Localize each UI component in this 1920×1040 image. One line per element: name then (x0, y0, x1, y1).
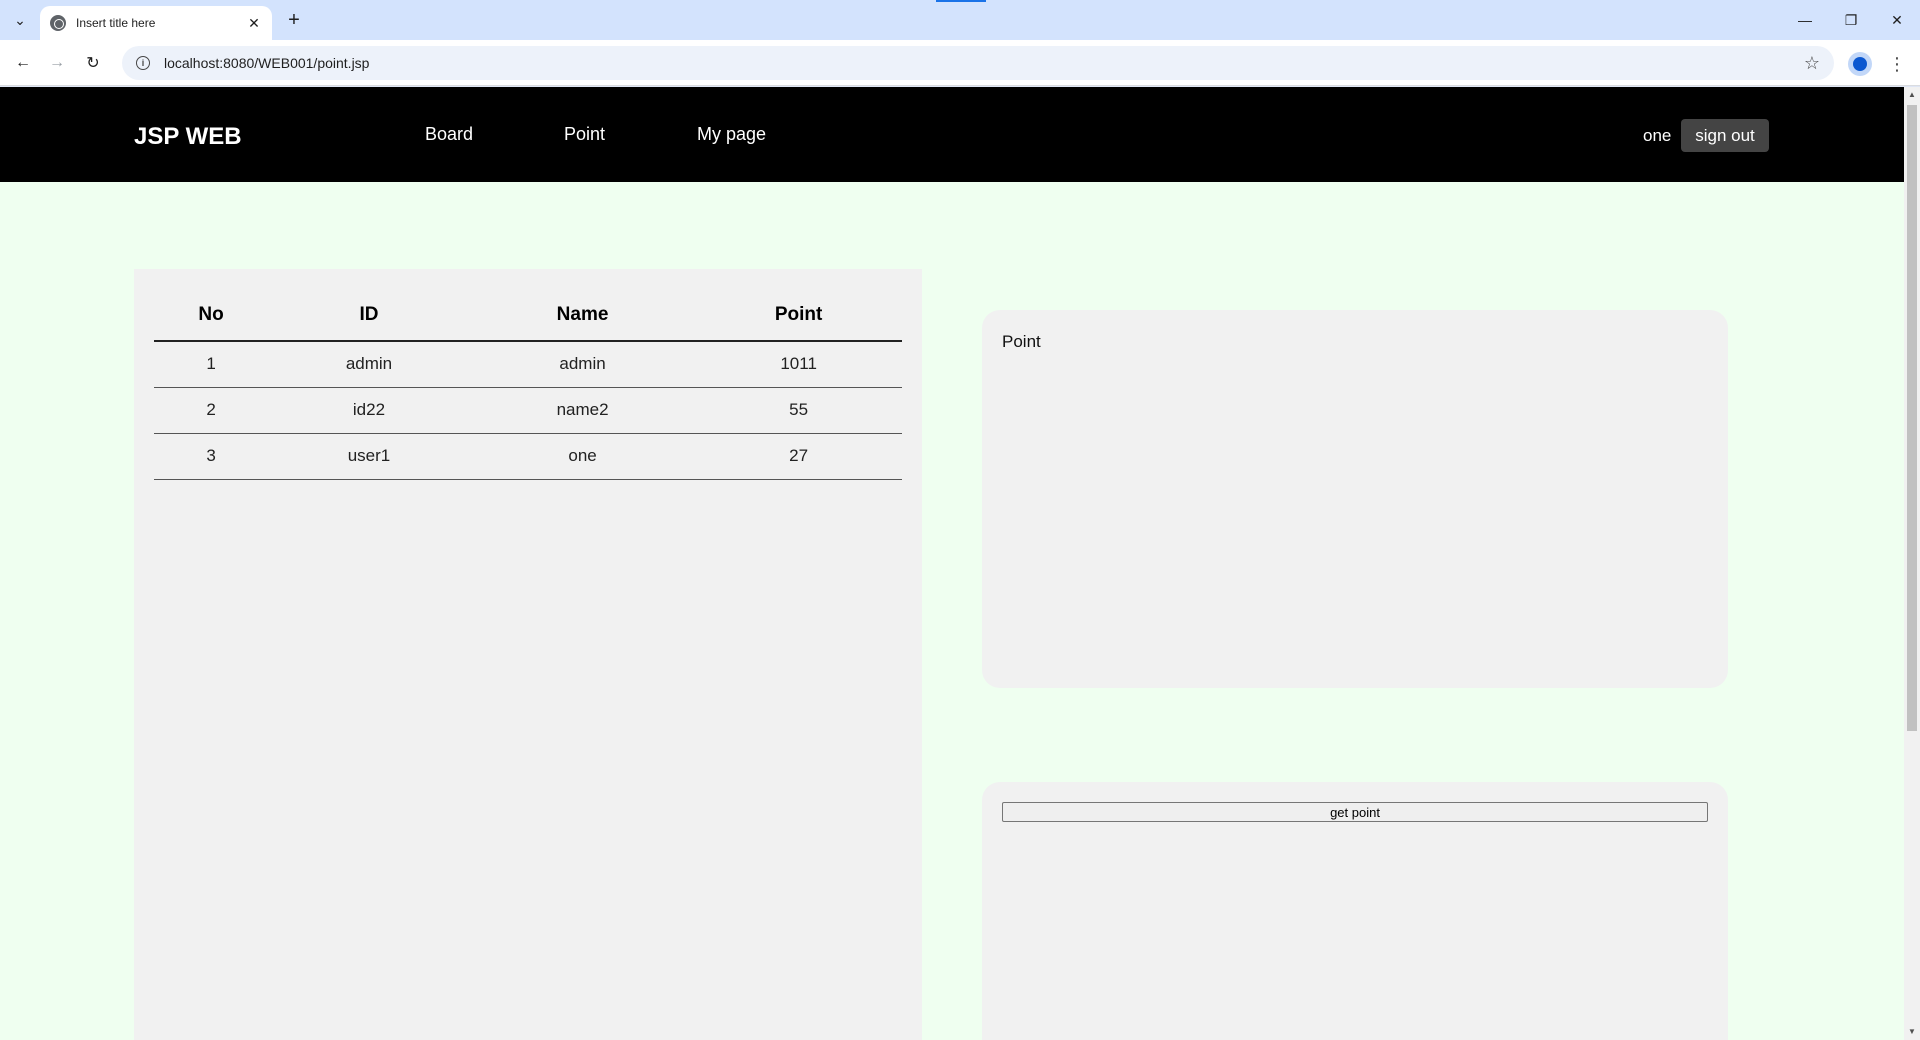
get-point-button[interactable]: get point (1002, 802, 1708, 822)
point-ranking-panel: No ID Name Point 1 admin admin 1011 2 id… (134, 269, 922, 1040)
site-logo[interactable]: JSP WEB (134, 123, 242, 151)
cell-point: 55 (695, 387, 902, 434)
browser-tab-bar: ⌄ Insert title here ✕ + — ❐ ✕ (0, 0, 1920, 40)
page-scrollbar[interactable]: ▲ ▼ (1904, 87, 1920, 1040)
browser-tab[interactable]: Insert title here ✕ (40, 6, 272, 40)
cell-name: one (469, 433, 696, 480)
browser-toolbar: ← → ↻ i localhost:8080/WEB001/point.jsp … (0, 40, 1920, 86)
browser-menu-icon[interactable]: ⋮ (1888, 52, 1906, 76)
column-header-no: No (154, 289, 269, 342)
column-header-id: ID (268, 289, 470, 342)
scroll-down-arrow-icon[interactable]: ▼ (1904, 1024, 1920, 1040)
table-row: 2 id22 name2 55 (154, 387, 902, 434)
reload-button[interactable]: ↻ (80, 50, 106, 76)
url-text[interactable]: localhost:8080/WEB001/point.jsp (164, 55, 1804, 71)
globe-icon (50, 15, 66, 31)
cell-no: 2 (154, 387, 269, 434)
profile-avatar-icon[interactable] (1848, 52, 1872, 76)
tab-search-button[interactable]: ⌄ (8, 8, 32, 32)
table-row: 3 user1 one 27 (154, 433, 902, 480)
sign-out-button[interactable]: sign out (1681, 119, 1769, 152)
nav-point-link[interactable]: Point (564, 124, 605, 145)
table-header-row: No ID Name Point (154, 289, 902, 342)
cell-name: admin (469, 341, 696, 388)
current-username: one (1643, 126, 1672, 145)
cell-id: admin (268, 341, 470, 388)
nav-mypage-link[interactable]: My page (697, 124, 766, 145)
nav-board-link[interactable]: Board (425, 124, 473, 145)
tab-title: Insert title here (76, 16, 156, 30)
new-tab-button[interactable]: + (282, 8, 306, 32)
cell-id: id22 (268, 387, 470, 434)
minimize-button[interactable]: — (1782, 0, 1828, 40)
close-tab-icon[interactable]: ✕ (246, 15, 262, 32)
address-bar[interactable]: i localhost:8080/WEB001/point.jsp ☆ (122, 46, 1834, 80)
cell-point: 27 (695, 433, 902, 480)
scroll-up-arrow-icon[interactable]: ▲ (1904, 87, 1920, 103)
cell-no: 3 (154, 433, 269, 480)
scrollbar-thumb[interactable] (1907, 105, 1917, 731)
cell-name: name2 (469, 387, 696, 434)
bookmark-star-icon[interactable]: ☆ (1804, 53, 1820, 74)
window-controls: — ❐ ✕ (1782, 0, 1920, 40)
table-row: 1 admin admin 1011 (154, 341, 902, 388)
column-header-point: Point (695, 289, 902, 342)
site-header: JSP WEB Board Point My page one sign out (0, 87, 1904, 182)
column-header-name: Name (469, 289, 696, 342)
site-info-icon[interactable]: i (136, 56, 150, 70)
my-point-card: Point (982, 310, 1728, 688)
restore-button[interactable]: ❐ (1828, 0, 1874, 40)
forward-button[interactable]: → (44, 50, 70, 76)
point-table: No ID Name Point 1 admin admin 1011 2 id… (154, 289, 902, 480)
point-card-title: Point (1002, 332, 1041, 351)
get-point-card: get point (982, 782, 1728, 1040)
cell-point: 1011 (695, 341, 902, 388)
back-button[interactable]: ← (10, 50, 36, 76)
close-window-button[interactable]: ✕ (1874, 0, 1920, 40)
cell-id: user1 (268, 433, 470, 480)
cell-no: 1 (154, 341, 269, 388)
page-viewport: JSP WEB Board Point My page one sign out… (0, 87, 1904, 1040)
tab-strip-indicator (936, 0, 986, 2)
